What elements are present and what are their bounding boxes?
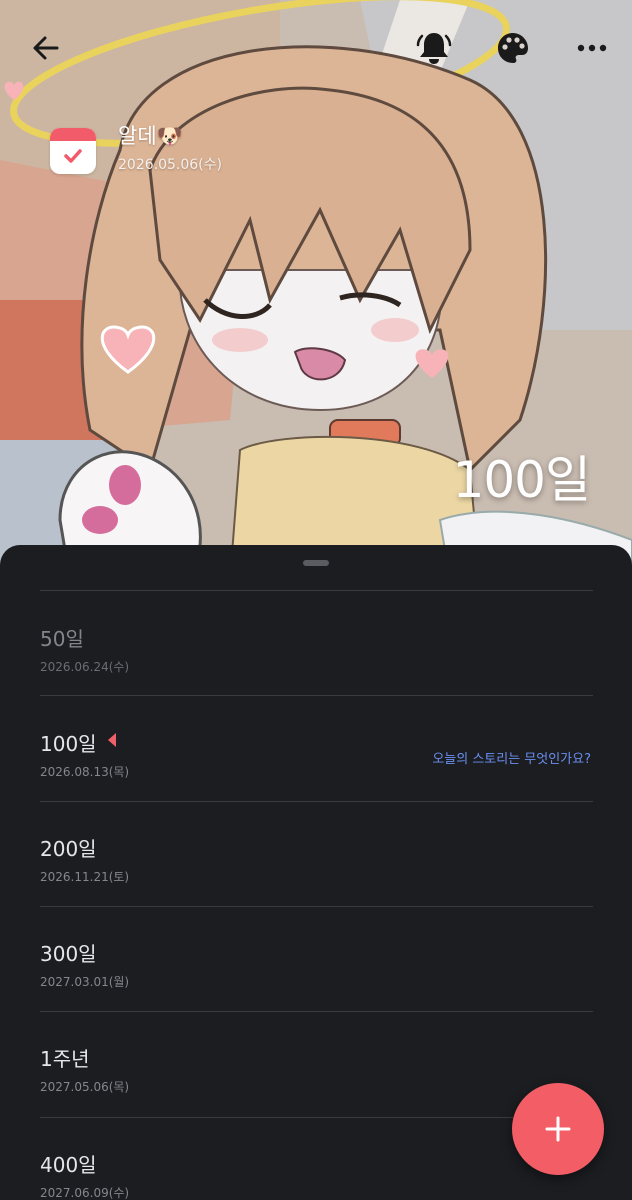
palette-icon [498,33,528,63]
milestone-label: 1주년 [40,1047,90,1071]
milestone-label: 200일 [40,837,97,861]
milestone-label: 300일 [40,942,97,966]
event-title[interactable]: 알데🐶 [118,120,183,150]
divider [40,1117,593,1118]
milestone-label: 100일 [40,732,97,756]
divider [40,1011,593,1012]
milestone-row[interactable]: 50일 2026.06.24(수) [40,623,593,703]
dday-screen: 알데🐶 2026.05.06(수) 100일 50일 2026.06.24(수)… [0,0,632,1200]
plus-icon [545,1116,571,1142]
add-milestone-button[interactable] [512,1083,604,1175]
arrow-left-icon [33,36,59,60]
milestone-row[interactable]: 400일 2027.06.09(수) [40,1149,593,1200]
divider [40,695,593,696]
milestone-row-current[interactable]: 100일 2026.08.13(목) 오늘의 스토리는 무엇인가요? [40,728,593,808]
cover-image[interactable]: 알데🐶 2026.05.06(수) 100일 [0,0,632,580]
milestone-row[interactable]: 300일 2027.03.01(월) [40,938,593,1018]
bell-icon [416,33,452,64]
milestone-label: 400일 [40,1153,97,1177]
more-horizontal-icon [577,44,607,52]
more-options-button[interactable] [568,24,616,72]
milestone-label: 50일 [40,627,84,651]
milestone-date: 2027.06.09(수) [40,1186,130,1200]
event-start-date: 2026.05.06(수) [118,157,222,173]
top-app-bar [0,0,632,96]
calendar-check-icon [50,128,96,174]
back-button[interactable] [22,24,70,72]
sheet-drag-handle[interactable] [303,560,329,566]
milestone-date: 2027.03.01(월) [40,975,130,989]
milestone-date: 2026.11.21(토) [40,870,130,884]
day-count-display: 100일 [452,451,591,509]
story-prompt-link[interactable]: 오늘의 스토리는 무엇인가요? [432,748,591,767]
milestone-row[interactable]: 1주년 2027.05.06(목) [40,1043,593,1123]
theme-button[interactable] [489,24,537,72]
divider [40,590,593,591]
milestone-row[interactable]: 200일 2026.11.21(토) [40,833,593,913]
milestone-date: 2026.08.13(목) [40,765,130,779]
milestone-date: 2026.06.24(수) [40,660,130,674]
divider [40,906,593,907]
divider [40,801,593,802]
milestone-date: 2027.05.06(목) [40,1080,130,1094]
today-marker-icon [108,733,116,747]
notification-button[interactable] [410,24,458,72]
